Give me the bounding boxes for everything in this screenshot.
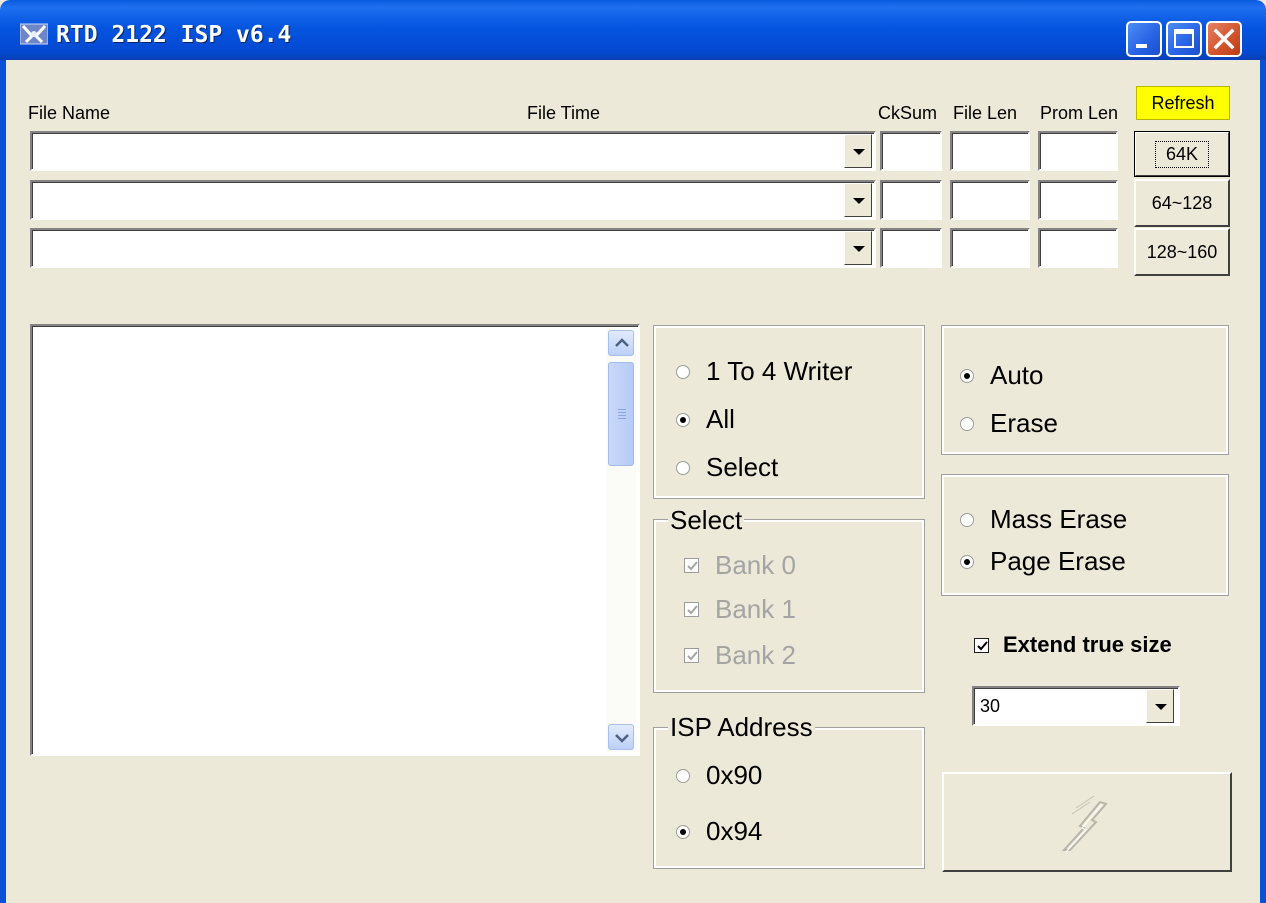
speed-combo-value: 30 [980,696,1001,716]
checkbox-label: Extend true size [1003,632,1172,657]
checkmark-icon [684,558,699,573]
lightning-icon [1061,795,1108,853]
maximize-button[interactable] [1166,21,1202,57]
header-cksum: CkSum [878,103,938,123]
log-listbox[interactable] [30,324,640,756]
radio-selected-icon [960,554,974,569]
window-title: RTD 2122 ISP v6.4 [56,22,292,48]
radio-label: Mass Erase [990,504,1128,534]
prom-len-field-1[interactable] [1038,131,1118,171]
file-combo-2[interactable] [30,180,876,220]
speed-combo[interactable]: 30 [972,686,1180,726]
file-len-field-1[interactable] [950,131,1030,171]
close-button[interactable] [1206,21,1242,57]
radio-all[interactable]: All [676,404,735,435]
radio-0x90[interactable]: 0x90 [676,760,762,791]
radio-circle-icon [676,364,690,379]
checkmark-icon [974,637,989,653]
checkbox-bank-0[interactable]: Bank 0 [684,550,796,581]
prom-len-field-2[interactable] [1038,180,1118,220]
radio-circle-icon [676,460,690,475]
title-bar[interactable]: RTD 2122 ISP v6.4 [0,0,1266,60]
vertical-scrollbar[interactable] [606,328,636,752]
checkmark-icon [684,648,699,663]
window-frame-left [0,60,6,903]
header-file-len: File Len [953,103,1018,123]
cksum-field-2[interactable] [880,180,942,220]
isp-address-group [653,727,925,869]
bank-64-128-label: 64~128 [1151,192,1213,213]
radio-1-to-4-writer[interactable]: 1 To 4 Writer [676,356,852,387]
radio-circle-icon [676,768,690,783]
chevron-down-icon[interactable] [844,231,872,265]
chevron-down-icon[interactable] [844,183,872,217]
radio-label: 0x94 [706,816,763,846]
close-icon [1213,28,1235,50]
checkbox-label: Bank 0 [715,550,796,580]
checkbox-label: Bank 2 [715,640,796,670]
bank-64-128-button[interactable]: 64~128 [1134,179,1230,227]
radio-label: Page Erase [990,546,1126,576]
radio-0x94[interactable]: 0x94 [676,816,762,847]
refresh-button[interactable]: Refresh [1136,86,1230,120]
radio-circle-icon [960,512,974,527]
bank-64k-button[interactable]: 64K [1134,131,1230,177]
chevron-down-icon [615,734,629,743]
checkbox-bank-2[interactable]: Bank 2 [684,640,796,671]
radio-selected-icon [676,412,690,427]
header-file-time: File Time [527,103,601,123]
header-file-name: File Name [28,103,111,123]
file-len-field-2[interactable] [950,180,1030,220]
isp-address-title: ISP Address [668,712,815,743]
radio-auto[interactable]: Auto [960,360,1044,391]
minimize-button[interactable] [1126,21,1162,57]
erase-type-group [941,474,1229,596]
radio-selected-icon [960,368,974,383]
scroll-down-button[interactable] [608,724,634,750]
checkbox-bank-1[interactable]: Bank 1 [684,594,796,625]
app-logo-icon[interactable] [19,22,49,46]
bank-64k-label: 64K [1154,140,1210,168]
radio-label: Erase [990,408,1058,438]
prom-len-field-3[interactable] [1038,228,1118,268]
select-group-title: Select [668,505,745,536]
chevron-down-icon[interactable] [1146,689,1174,723]
radio-page-erase[interactable]: Page Erase [960,546,1126,577]
radio-selected-icon [676,824,690,839]
header-prom-len: Prom Len [1040,103,1119,123]
radio-erase[interactable]: Erase [960,408,1058,439]
radio-label: Auto [990,360,1044,390]
cksum-field-3[interactable] [880,228,942,268]
checkbox-extend-true-size[interactable]: Extend true size [974,632,1172,658]
radio-label: 1 To 4 Writer [706,356,853,386]
file-len-field-3[interactable] [950,228,1030,268]
minimize-icon [1136,44,1147,48]
file-combo-1[interactable] [30,131,876,171]
window-frame-right [1260,60,1266,903]
scroll-thumb[interactable] [608,362,634,466]
radio-circle-icon [960,416,974,431]
file-combo-3[interactable] [30,228,876,268]
radio-label: All [706,404,735,434]
chevron-down-icon[interactable] [844,134,872,168]
cksum-field-1[interactable] [880,131,942,171]
radio-mass-erase[interactable]: Mass Erase [960,504,1127,535]
chevron-up-icon [615,338,629,347]
checkmark-icon [684,602,699,617]
radio-label: 0x90 [706,760,763,790]
radio-label: Select [706,452,779,482]
scroll-up-button[interactable] [608,330,634,356]
program-button[interactable] [942,772,1232,872]
radio-select[interactable]: Select [676,452,778,483]
bank-128-160-button[interactable]: 128~160 [1134,228,1230,276]
bank-128-160-label: 128~160 [1146,241,1218,262]
maximize-icon [1174,29,1194,48]
checkbox-label: Bank 1 [715,594,796,624]
